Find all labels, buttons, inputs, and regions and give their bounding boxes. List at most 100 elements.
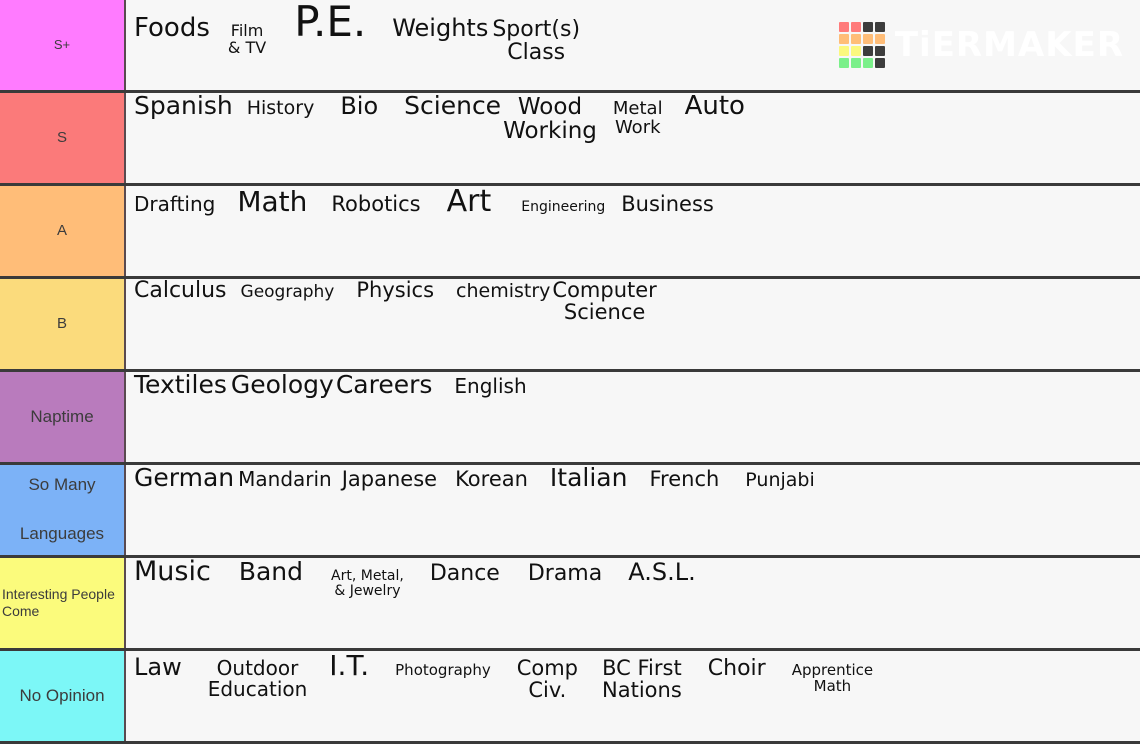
logo-cell [874,58,885,68]
tier-item-outdoor-education[interactable]: Outdoor Education [208,658,308,700]
tier-items-a[interactable]: Drafting Math Robotics Art Engineering Busine… [126,186,1140,276]
tier-item-a-s-l[interactable]: A.S.L. [628,559,696,585]
tier-item-italian[interactable]: Italian [550,465,628,491]
tier-item-english[interactable]: English [454,376,526,397]
tier-item-punjabi[interactable]: Punjabi [745,470,814,491]
logo-cell [850,34,861,44]
tier-item-robotics[interactable]: Robotics [331,193,420,215]
tier-items-s[interactable]: Foods Film & TV P.E. Weights Sport(s) Class T… [126,0,1140,90]
tier-item-wood-working[interactable]: Wood Working [503,95,597,143]
tier-row-s: S+ Foods Film & TV P.E. Weights Sport(s) Clas… [0,0,1140,93]
tiermaker-brand: TiERMAKER [838,22,1124,68]
tier-item-choir[interactable]: Choir [708,657,766,680]
tier-item-business[interactable]: Business [621,193,714,215]
tier-item-law[interactable]: Law [134,654,182,680]
logo-cell [874,22,885,32]
logo-cell [838,58,849,68]
tier-item-art-metal-jewelry[interactable]: Art, Metal, & Jewelry [331,569,404,599]
tier-item-sport-s-class[interactable]: Sport(s) Class [492,18,580,64]
tier-label-text: A [56,222,67,240]
logo-cell [862,58,873,68]
tier-item-calculus[interactable]: Calculus [134,279,227,302]
tier-item-film-tv[interactable]: Film & TV [228,22,266,57]
tier-item-bc-first-nations[interactable]: BC First Nations [602,657,682,701]
tier-item-careers[interactable]: Careers [336,372,433,398]
tier-item-metal-work[interactable]: Metal Work [613,99,663,138]
logo-cell [862,34,873,44]
tier-label-text: B [56,315,67,333]
tier-item-auto[interactable]: Auto [685,93,745,120]
tier-row-b: B Calculus Geography Physics chemistry Comput… [0,279,1140,372]
tier-label-no-opinion[interactable]: No Opinion [0,651,126,741]
tier-row-interesting-people-come: Interesting People Come Music Band Art, Met… [0,558,1140,651]
tier-item-japanese[interactable]: Japanese [342,468,437,490]
tier-item-music[interactable]: Music [134,558,211,586]
tier-item-mandarin[interactable]: Mandarin [238,469,332,490]
tier-item-band[interactable]: Band [239,558,303,585]
tier-item-physics[interactable]: Physics [356,279,434,301]
tier-item-science[interactable]: Science [404,93,501,119]
tier-items-interesting-people-come[interactable]: Music Band Art, Metal, & Jewelry Dance Drama… [126,558,1140,648]
logo-cell [874,34,885,44]
tier-item-geology[interactable]: Geology [231,372,334,398]
tier-row-naptime: Naptime Textiles Geology Careers English [0,372,1140,465]
logo-cell [850,22,861,32]
tier-items-s[interactable]: Spanish History Bio Science Wood Working Meta… [126,93,1140,183]
tier-item-weights[interactable]: Weights [392,15,488,41]
tier-label-text: Naptime [30,406,94,426]
tier-item-art[interactable]: Art [447,186,492,218]
logo-cell [838,34,849,44]
tier-item-engineering[interactable]: Engineering [521,200,605,215]
tier-label-text: S [56,129,67,147]
logo-cell [862,46,873,56]
tier-item-history[interactable]: History [247,98,315,119]
tier-item-foods[interactable]: Foods [134,14,210,42]
logo-cell [874,46,885,56]
tier-item-korean[interactable]: Korean [455,468,528,490]
tier-items-no-opinion[interactable]: Law Outdoor Education I.T. Photography Comp … [126,651,1140,741]
tier-item-comp-civ[interactable]: Comp Civ. [517,657,578,701]
tier-item-bio[interactable]: Bio [340,93,378,119]
logo-cell [838,46,849,56]
tier-label-naptime[interactable]: Naptime [0,372,126,462]
tier-item-math[interactable]: Math [237,187,307,217]
tier-item-drafting[interactable]: Drafting [134,194,215,215]
tier-label-a[interactable]: A [0,186,126,276]
tier-row-no-opinion: No Opinion Law Outdoor Education I.T. Photog… [0,651,1140,744]
tier-label-interesting-people-come[interactable]: Interesting People Come [0,558,126,648]
tier-item-computer-science[interactable]: Computer Science [552,279,656,323]
tier-label-s[interactable]: S+ [0,0,126,90]
tier-label-b[interactable]: B [0,279,126,369]
tier-items-naptime[interactable]: Textiles Geology Careers English [126,372,1140,462]
tier-item-spanish[interactable]: Spanish [134,93,233,119]
tier-item-textiles[interactable]: Textiles [134,372,227,398]
tier-label-text: S+ [53,36,71,52]
tier-item-chemistry[interactable]: chemistry [456,281,550,302]
tier-item-dance[interactable]: Dance [430,562,500,585]
logo-cell [850,58,861,68]
tier-row-so-many-languages: So Many Languages German Mandarin Japanese K… [0,465,1140,558]
tier-item-geography[interactable]: Geography [241,283,335,302]
tier-list-board: S+ Foods Film & TV P.E. Weights Sport(s) Clas… [0,0,1140,744]
tier-items-so-many-languages[interactable]: German Mandarin Japanese Korean Italian Frenc… [126,465,1140,555]
logo-cell [838,22,849,32]
tier-item-apprentice-math[interactable]: Apprentice Math [792,662,873,695]
tier-row-a: A Drafting Math Robotics Art Engineering Busin… [0,186,1140,279]
tier-label-text: So Many Languages [19,475,105,544]
tiermaker-wordmark: TiERMAKER [894,25,1124,65]
tier-item-french[interactable]: French [649,468,719,490]
tier-item-p-e[interactable]: P.E. [294,0,366,44]
tiermaker-grid-logo-icon [838,22,885,68]
logo-cell [862,22,873,32]
tier-item-german[interactable]: German [134,465,234,491]
tier-item-i-t[interactable]: I.T. [329,651,369,680]
tier-items-b[interactable]: Calculus Geography Physics chemistry Compute… [126,279,1140,369]
tier-label-s[interactable]: S [0,93,126,183]
tier-label-so-many-languages[interactable]: So Many Languages [0,465,126,555]
tier-item-drama[interactable]: Drama [528,562,602,585]
tier-label-text: Interesting People Come [2,585,115,620]
tier-row-s: S Spanish History Bio Science Wood Working Met… [0,93,1140,186]
tier-item-photography[interactable]: Photography [395,662,491,679]
tier-label-text: No Opinion [19,685,105,705]
logo-cell [850,46,861,56]
